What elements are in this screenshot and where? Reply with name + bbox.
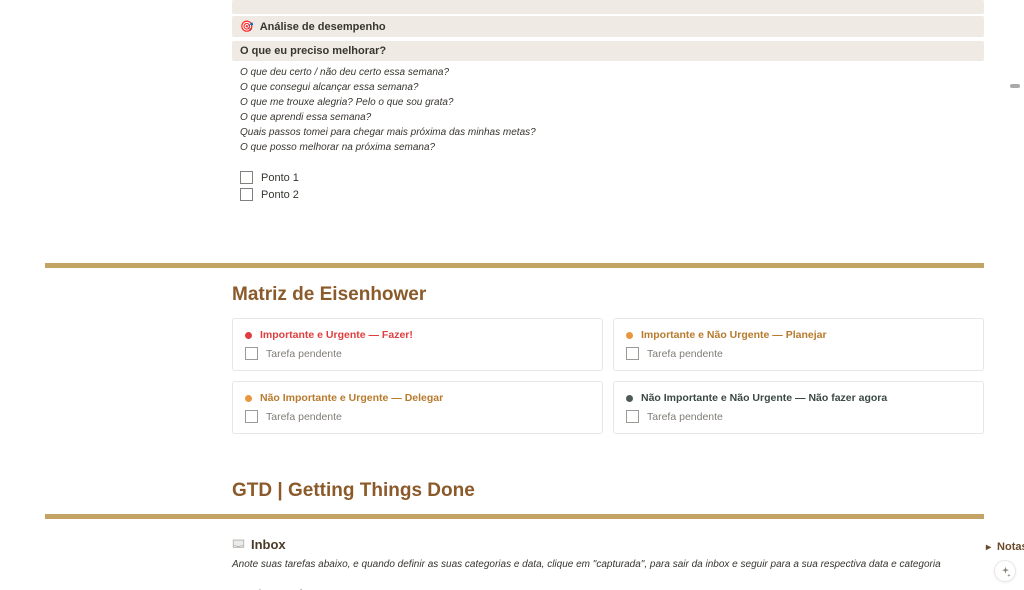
dot-icon (245, 332, 252, 339)
matrix-card-title: Não Importante e Não Urgente — Não fazer… (641, 392, 887, 404)
pending-label: Tarefa pendente (647, 411, 723, 423)
section-bar (232, 0, 984, 14)
quick-notes-title: Notas rápidas (997, 541, 1024, 553)
question-item: O que deu certo / não deu certo essa sem… (240, 65, 976, 80)
matrix-grid: Importante e Urgente — Fazer! Tarefa pen… (232, 318, 984, 434)
question-item: O que me trouxe alegria? Pelo o que sou … (240, 95, 976, 110)
dot-icon (245, 395, 252, 402)
checkbox-icon[interactable] (240, 171, 253, 184)
checkbox-icon[interactable] (626, 410, 639, 423)
matrix-card-title: Importante e Urgente — Fazer! (260, 329, 413, 341)
performance-questions: O que deu certo / não deu certo essa sem… (232, 61, 984, 159)
inbox-icon (232, 538, 245, 551)
divider-bar (45, 263, 984, 268)
gtd-heading: GTD | Getting Things Done (232, 480, 984, 502)
checkbox-icon[interactable] (240, 188, 253, 201)
pending-task[interactable]: Tarefa pendente (245, 347, 590, 360)
question-item: O que consegui alcançar essa semana? (240, 80, 976, 95)
matrix-card-title: Importante e Não Urgente — Planejar (641, 329, 827, 341)
chevron-right-icon: ▸ (986, 542, 991, 553)
checkbox-icon[interactable] (626, 347, 639, 360)
performance-heading-text: Análise de desempenho (260, 21, 386, 33)
pending-label: Tarefa pendente (266, 411, 342, 423)
checkbox-icon[interactable] (245, 347, 258, 360)
matrix-card-do[interactable]: Importante e Urgente — Fazer! Tarefa pen… (232, 318, 603, 371)
dot-icon (626, 395, 633, 402)
todo-label: Ponto 1 (261, 172, 299, 184)
sparkle-icon (1000, 566, 1011, 577)
pending-task[interactable]: Tarefa pendente (626, 410, 971, 423)
improve-heading: O que eu preciso melhorar? (232, 41, 984, 61)
question-item: O que posso melhorar na próxima semana? (240, 140, 976, 155)
todo-item[interactable]: Ponto 2 (232, 186, 984, 203)
matrix-card-dont[interactable]: Não Importante e Não Urgente — Não fazer… (613, 381, 984, 434)
question-item: O que aprendi essa semana? (240, 110, 976, 125)
inbox-title-text: Inbox (251, 537, 286, 552)
inbox-toggle[interactable]: Inbox (232, 537, 962, 552)
matrix-card-delegate[interactable]: Não Importante e Urgente — Delegar Taref… (232, 381, 603, 434)
todo-label: Ponto 2 (261, 189, 299, 201)
checkbox-icon[interactable] (245, 410, 258, 423)
inbox-description: Anote suas tarefas abaixo, e quando defi… (232, 558, 962, 572)
pending-task[interactable]: Tarefa pendente (626, 347, 971, 360)
quick-notes-toggle[interactable]: ▸ Notas rápidas (986, 541, 1024, 553)
matrix-card-title: Não Importante e Urgente — Delegar (260, 392, 443, 404)
scrollbar-thumb[interactable] (1010, 84, 1020, 88)
ai-assist-button[interactable] (994, 560, 1016, 582)
performance-heading: 🎯 Análise de desempenho (232, 16, 984, 37)
matrix-card-plan[interactable]: Importante e Não Urgente — Planejar Tare… (613, 318, 984, 371)
matrix-heading: Matriz de Eisenhower (232, 284, 984, 306)
pending-label: Tarefa pendente (266, 348, 342, 360)
pending-task[interactable]: Tarefa pendente (245, 410, 590, 423)
todo-item[interactable]: Ponto 1 (232, 169, 984, 186)
question-item: Quais passos tomei para chegar mais próx… (240, 125, 976, 140)
dot-icon (626, 332, 633, 339)
pending-label: Tarefa pendente (647, 348, 723, 360)
target-icon: 🎯 (240, 20, 254, 33)
